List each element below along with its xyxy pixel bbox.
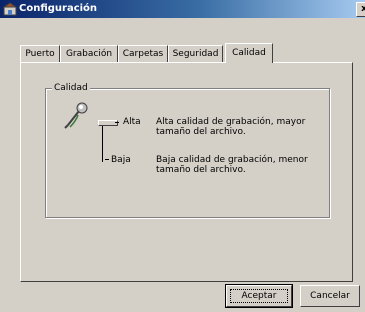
settings-app-icon [3,2,17,16]
slider-tick-high [115,122,119,123]
focus-rectangle [230,289,288,303]
quality-low-label: Baja [111,155,131,165]
tab-label: Carpetas [122,49,164,59]
tab-panel-calidad: Calidad Alta Baja Alta calidad de grabac… [20,62,353,282]
tab-label: Puerto [25,49,55,59]
slider-tick-low [105,159,109,160]
quality-slider-thumb[interactable] [98,120,118,126]
microphone-icon [64,102,88,129]
quality-slider-track[interactable] [102,122,103,162]
cancel-button-label: Cancelar [310,291,350,301]
quality-high-label: Alta [123,117,141,127]
close-icon: x [361,4,365,14]
window-title: Configuración [19,3,98,14]
quality-low-description: Baja calidad de grabación, menor tamaño … [156,155,308,175]
tab-carpetas[interactable]: Carpetas [118,45,168,62]
cancel-button[interactable]: Cancelar [300,285,360,307]
close-button[interactable]: x [356,2,365,17]
ok-button[interactable]: Aceptar [225,284,293,308]
tab-label: Seguridad [172,49,219,59]
quality-group-label: Calidad [52,83,90,93]
tab-puerto[interactable]: Puerto [20,45,60,62]
quality-groupbox: Calidad Alta Baja Alta calidad de grabac… [45,83,330,218]
tab-label: Grabación [65,49,113,59]
tab-calidad[interactable]: Calidad [225,43,273,63]
tab-label: Calidad [232,48,266,58]
quality-high-description: Alta calidad de grabación, mayor tamaño … [156,117,306,137]
title-bar[interactable]: Configuración x [0,0,365,18]
tab-grabacion[interactable]: Grabación [60,45,118,62]
tab-seguridad[interactable]: Seguridad [168,45,223,62]
